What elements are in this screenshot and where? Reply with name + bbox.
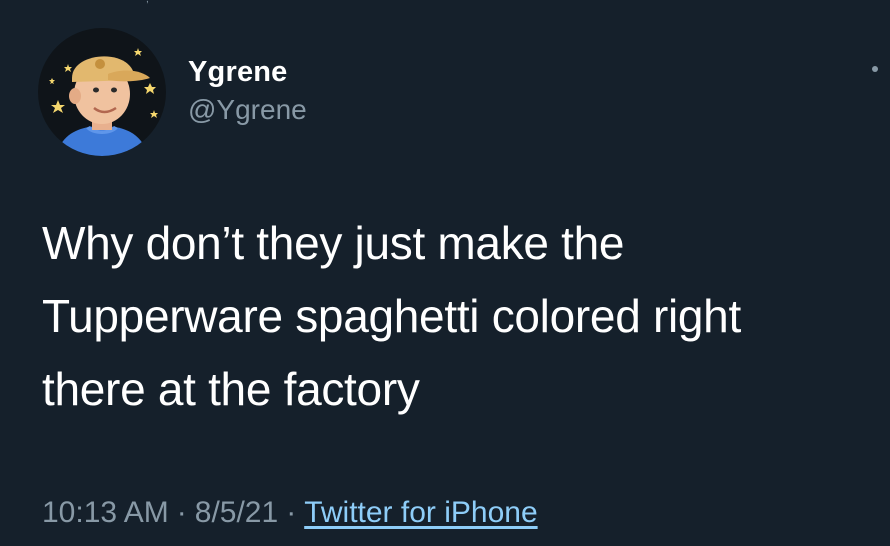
- more-options-icon[interactable]: [870, 64, 880, 74]
- tweet-time[interactable]: 10:13 AM: [42, 496, 169, 529]
- avatar[interactable]: [38, 28, 166, 156]
- meta-separator: ·: [176, 496, 187, 529]
- tweet-text-line: Why don’t they just make the: [42, 217, 625, 269]
- avatar-cartoon-cap-icon: [38, 28, 166, 156]
- tweet-date[interactable]: 8/5/21: [195, 496, 278, 529]
- author-handle[interactable]: @Ygrene: [188, 91, 307, 129]
- tweet-source-link[interactable]: Twitter for iPhone: [304, 496, 537, 529]
- tweet-text: Why don’t they just make the Tupperware …: [42, 207, 872, 426]
- tweet-text-line: Tupperware spaghetti colored right: [42, 290, 741, 342]
- partial-icon-top: ,: [146, 0, 154, 5]
- meta-separator: ·: [286, 496, 297, 529]
- tweet-header: Ygrene @Ygrene: [38, 28, 307, 156]
- tweet-meta: 10:13 AM · 8/5/21 · Twitter for iPhone: [42, 493, 538, 533]
- author-names: Ygrene @Ygrene: [188, 53, 307, 129]
- tweet-text-line: there at the factory: [42, 363, 420, 415]
- author-display-name[interactable]: Ygrene: [188, 53, 307, 91]
